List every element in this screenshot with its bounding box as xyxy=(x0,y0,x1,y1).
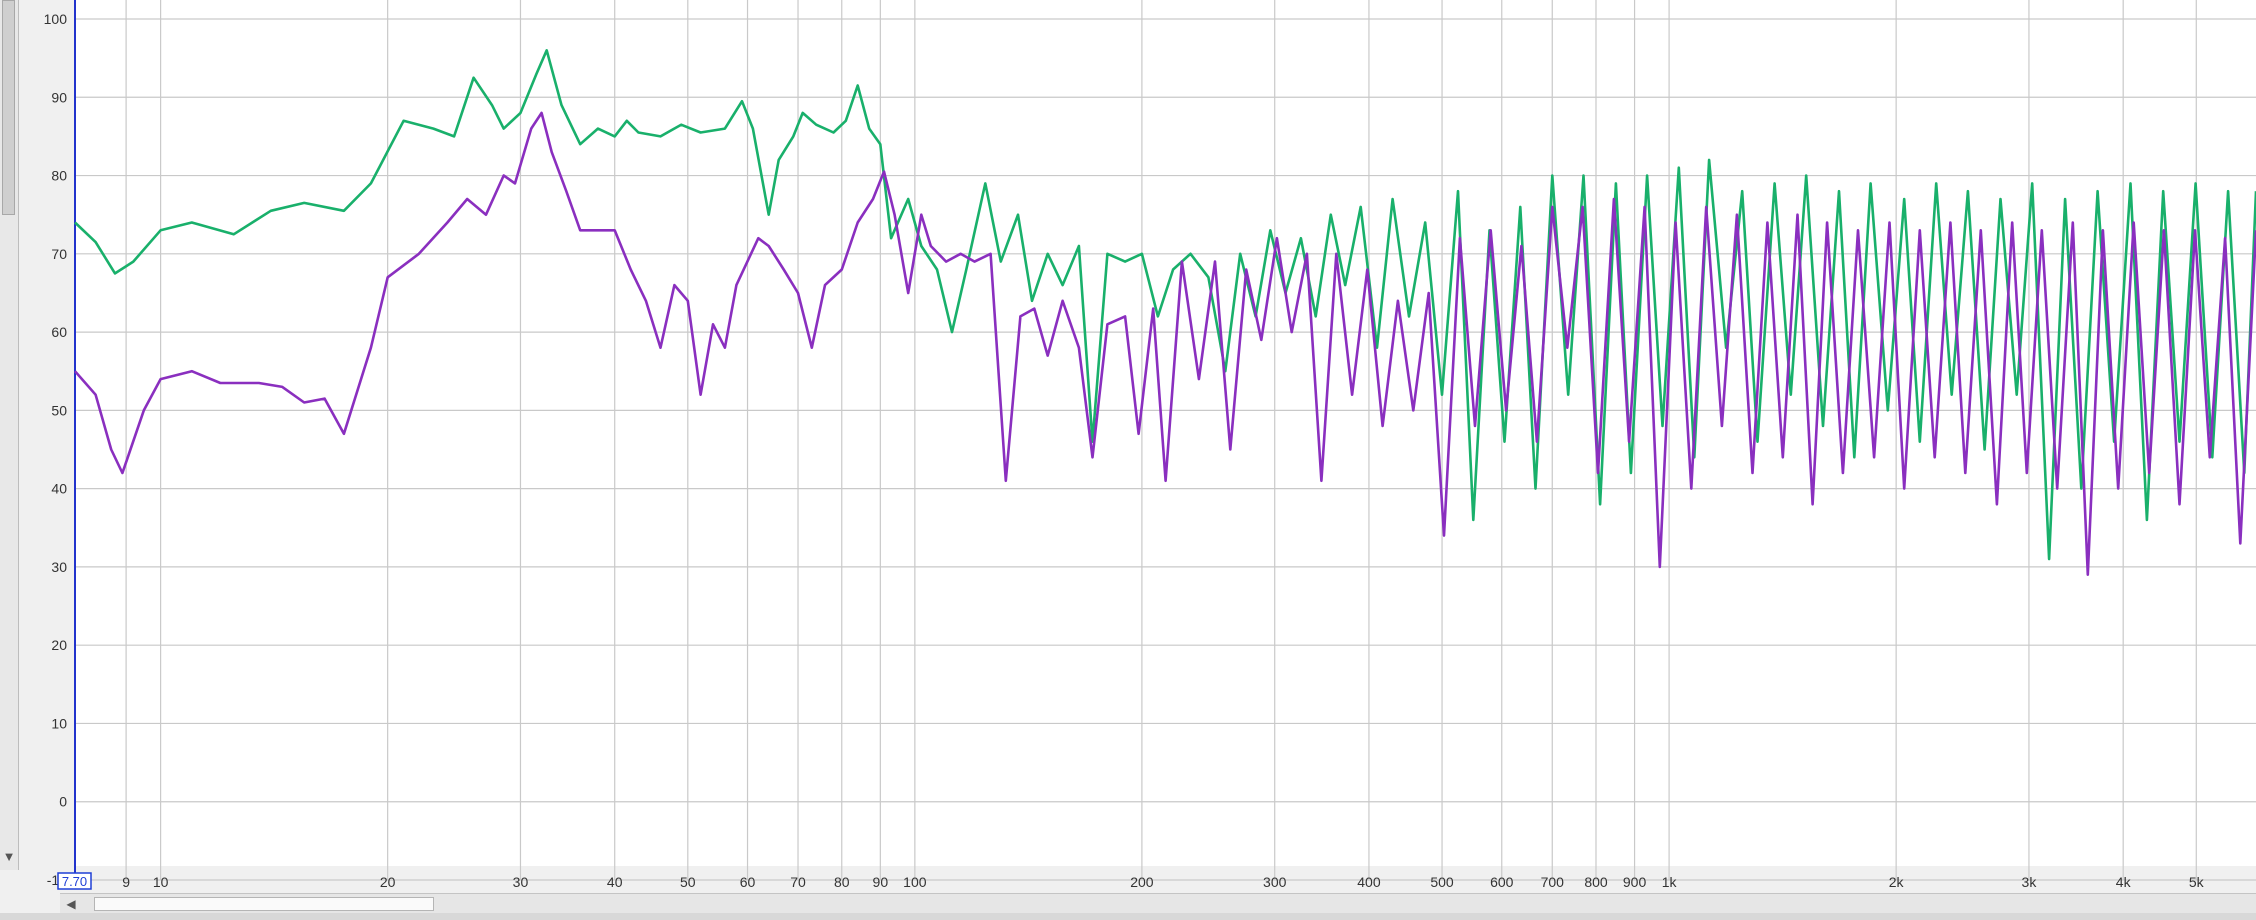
x-tick-label: 50 xyxy=(680,874,696,890)
y-tick-label: 100 xyxy=(44,11,68,27)
x-tick-label: 30 xyxy=(513,874,529,890)
x-tick-label: 40 xyxy=(607,874,623,890)
x-tick-label: 600 xyxy=(1490,874,1514,890)
scroll-left-arrow-icon[interactable]: ◀ xyxy=(64,894,78,914)
y-tick-label: 30 xyxy=(51,559,67,575)
x-tick-label: 300 xyxy=(1263,874,1287,890)
y-tick-label: 50 xyxy=(51,402,67,418)
x-tick-label: 500 xyxy=(1430,874,1454,890)
frequency-response-chart[interactable]: -100102030405060708090100 9 10 20 30 40 50 60 7… xyxy=(0,0,2256,893)
x-tick-label: 60 xyxy=(740,874,756,890)
y-tick-label: 80 xyxy=(51,168,67,184)
x-tick-label: 900 xyxy=(1623,874,1647,890)
x-tick-label: 1k xyxy=(1662,874,1678,890)
y-tick-labels: -100102030405060708090100 xyxy=(44,11,68,888)
x-tick-label: 800 xyxy=(1584,874,1608,890)
x-tick-label: 9 xyxy=(122,874,130,890)
y-tick-label: 70 xyxy=(51,246,67,262)
cursor-readout: 7.70 xyxy=(62,874,87,889)
y-tick-label: 60 xyxy=(51,324,67,340)
status-strip xyxy=(0,913,2256,920)
x-tick-label: 4k xyxy=(2116,874,2132,890)
horizontal-scroll-thumb[interactable] xyxy=(94,897,434,911)
x-tick-labels: 9 10 20 30 40 50 60 70 80 90 100 200 300 400 500 600 700… xyxy=(122,874,2204,890)
app-window: ▼ -10 0 10 20 30 40 50 60 70 80 90 100 9 10 20 30 40 50 6… xyxy=(0,0,2256,920)
x-tick-label: 70 xyxy=(790,874,806,890)
y-tick-label: 20 xyxy=(51,637,67,653)
x-tick-label: 80 xyxy=(834,874,850,890)
x-tick-label: 700 xyxy=(1541,874,1565,890)
x-tick-label: 100 xyxy=(903,874,927,890)
y-tick-label: 90 xyxy=(51,89,67,105)
x-tick-label: 90 xyxy=(873,874,889,890)
x-tick-label: 2k xyxy=(1889,874,1905,890)
y-tick-label: 0 xyxy=(59,794,67,810)
y-tick-label: 40 xyxy=(51,481,67,497)
x-tick-label: 200 xyxy=(1130,874,1154,890)
x-tick-label: 20 xyxy=(380,874,396,890)
x-tick-label: 10 xyxy=(153,874,169,890)
horizontal-scrollbar[interactable]: ◀ xyxy=(60,893,2256,914)
y-tick-label: 10 xyxy=(51,715,67,731)
x-tick-label: 5k xyxy=(2189,874,2205,890)
plot-area xyxy=(75,0,2256,866)
x-tick-label: 400 xyxy=(1357,874,1381,890)
x-tick-label: 3k xyxy=(2022,874,2038,890)
